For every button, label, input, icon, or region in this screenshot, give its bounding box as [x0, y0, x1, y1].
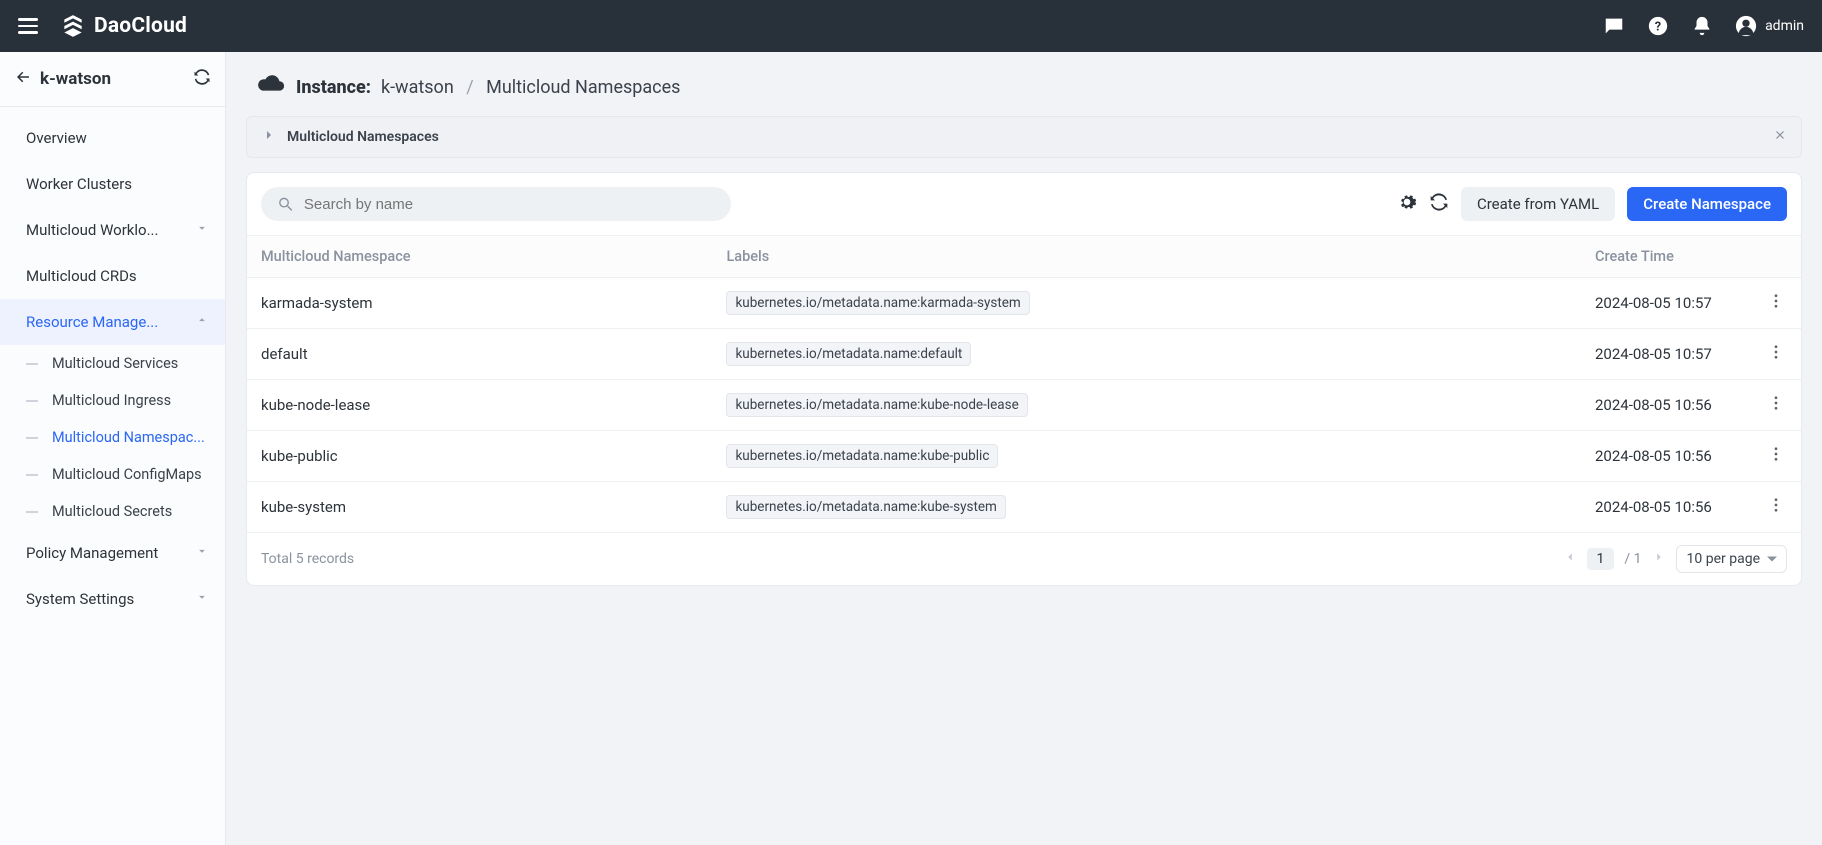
chevron-down-icon [195, 590, 209, 608]
messages-icon[interactable] [1603, 15, 1625, 37]
label-chip: kubernetes.io/metadata.name:kube-node-le… [726, 393, 1027, 417]
row-actions-menu[interactable] [1751, 482, 1801, 533]
row-actions-menu[interactable] [1751, 380, 1801, 431]
sidebar-sub-multicloud-secrets[interactable]: Multicloud Secrets [0, 493, 225, 530]
brand-text: DaoCloud [94, 14, 187, 38]
row-actions-menu[interactable] [1751, 431, 1801, 482]
table-row: kube-system kubernetes.io/metadata.name:k… [247, 482, 1801, 533]
sidebar-item-multicloud-crds[interactable]: Multicloud CRDs [0, 253, 225, 299]
menu-toggle[interactable] [18, 18, 38, 34]
instance-label: Instance: [296, 77, 371, 98]
col-namespace: Multicloud Namespace [247, 236, 712, 278]
topbar: DaoCloud ? admin [0, 0, 1822, 52]
sidebar-item-worker-clusters[interactable]: Worker Clusters [0, 161, 225, 207]
sub-header-title: Multicloud Namespaces [287, 129, 439, 145]
label-chip: kubernetes.io/metadata.name:kube-system [726, 495, 1005, 519]
page-total: / 1 [1624, 551, 1641, 567]
content-panel: Create from YAML Create Namespace Multic… [246, 172, 1802, 586]
breadcrumb-instance[interactable]: k-watson [381, 77, 454, 98]
page-size-select[interactable]: 10 per page [1676, 545, 1787, 573]
namespaces-table: Multicloud Namespace Labels Create Time … [247, 235, 1801, 533]
col-create-time: Create Time [1581, 236, 1751, 278]
cloud-icon [256, 72, 286, 102]
sidebar-item-overview[interactable]: Overview [0, 115, 225, 161]
cell-time: 2024-08-05 10:57 [1581, 329, 1751, 380]
sub-header-bar: Multicloud Namespaces [246, 116, 1802, 158]
avatar-icon [1735, 15, 1757, 37]
sidebar: k-watson Overview Worker Clusters Multic… [0, 52, 226, 845]
refresh-icon[interactable] [1429, 192, 1449, 216]
label-chip: kubernetes.io/metadata.name:default [726, 342, 971, 366]
cell-label: kubernetes.io/metadata.name:kube-public [712, 431, 1581, 482]
close-icon[interactable] [1773, 128, 1787, 146]
cell-label: kubernetes.io/metadata.name:kube-system [712, 482, 1581, 533]
label-chip: kubernetes.io/metadata.name:kube-public [726, 444, 998, 468]
page-prev[interactable] [1563, 550, 1577, 568]
chevron-down-icon [195, 221, 209, 239]
toolbar: Create from YAML Create Namespace [247, 173, 1801, 235]
help-icon[interactable]: ? [1647, 15, 1669, 37]
cell-time: 2024-08-05 10:56 [1581, 482, 1751, 533]
chevron-down-icon [195, 544, 209, 562]
sidebar-item-policy-management[interactable]: Policy Management [0, 530, 225, 576]
total-records: Total 5 records [261, 551, 354, 567]
cell-time: 2024-08-05 10:56 [1581, 380, 1751, 431]
chevron-up-icon [195, 313, 209, 331]
page-next[interactable] [1652, 550, 1666, 568]
table-row: default kubernetes.io/metadata.name:defau… [247, 329, 1801, 380]
search-input[interactable] [304, 196, 715, 213]
main-content: Instance: k-watson / Multicloud Namespac… [226, 52, 1822, 845]
create-namespace-button[interactable]: Create Namespace [1627, 187, 1787, 221]
page-header: Instance: k-watson / Multicloud Namespac… [226, 52, 1822, 116]
cell-name[interactable]: kube-node-lease [247, 380, 712, 431]
page-current[interactable]: 1 [1587, 548, 1615, 570]
cell-time: 2024-08-05 10:56 [1581, 431, 1751, 482]
col-labels: Labels [712, 236, 1581, 278]
table-row: kube-node-lease kubernetes.io/metadata.na… [247, 380, 1801, 431]
brand-icon [60, 13, 86, 39]
breadcrumb: k-watson / Multicloud Namespaces [381, 77, 680, 98]
cell-label: kubernetes.io/metadata.name:karmada-syst… [712, 278, 1581, 329]
back-icon[interactable] [14, 68, 32, 90]
sidebar-sub-multicloud-ingress[interactable]: Multicloud Ingress [0, 382, 225, 419]
sidebar-sub-multicloud-configmaps[interactable]: Multicloud ConfigMaps [0, 456, 225, 493]
row-actions-menu[interactable] [1751, 278, 1801, 329]
sidebar-item-multicloud-workloads[interactable]: Multicloud Worklo... [0, 207, 225, 253]
create-from-yaml-button[interactable]: Create from YAML [1461, 187, 1615, 221]
cell-label: kubernetes.io/metadata.name:kube-node-le… [712, 380, 1581, 431]
chevron-right-icon[interactable] [261, 127, 277, 147]
svg-text:?: ? [1655, 20, 1661, 35]
cell-name[interactable]: default [247, 329, 712, 380]
username: admin [1765, 18, 1804, 34]
cell-name[interactable]: kube-public [247, 431, 712, 482]
bell-icon[interactable] [1691, 15, 1713, 37]
search-box[interactable] [261, 187, 731, 221]
cell-label: kubernetes.io/metadata.name:default [712, 329, 1581, 380]
row-actions-menu[interactable] [1751, 329, 1801, 380]
breadcrumb-page: Multicloud Namespaces [486, 77, 680, 98]
table-footer: Total 5 records 1 / 1 10 per page [247, 533, 1801, 585]
table-row: karmada-system kubernetes.io/metadata.nam… [247, 278, 1801, 329]
brand[interactable]: DaoCloud [60, 13, 187, 39]
user-menu[interactable]: admin [1735, 15, 1804, 37]
sidebar-item-system-settings[interactable]: System Settings [0, 576, 225, 622]
sidebar-item-resource-management[interactable]: Resource Manage... [0, 299, 225, 345]
cell-time: 2024-08-05 10:57 [1581, 278, 1751, 329]
sync-icon[interactable] [193, 68, 211, 90]
table-row: kube-public kubernetes.io/metadata.name:k… [247, 431, 1801, 482]
search-icon [277, 195, 294, 213]
sidebar-sub-multicloud-namespaces[interactable]: Multicloud Namespac... [0, 419, 225, 456]
context-name: k-watson [40, 69, 185, 89]
gear-icon[interactable] [1397, 192, 1417, 216]
context-row: k-watson [0, 52, 225, 107]
sidebar-sub-multicloud-services[interactable]: Multicloud Services [0, 345, 225, 382]
label-chip: kubernetes.io/metadata.name:karmada-syst… [726, 291, 1029, 315]
cell-name[interactable]: karmada-system [247, 278, 712, 329]
cell-name[interactable]: kube-system [247, 482, 712, 533]
